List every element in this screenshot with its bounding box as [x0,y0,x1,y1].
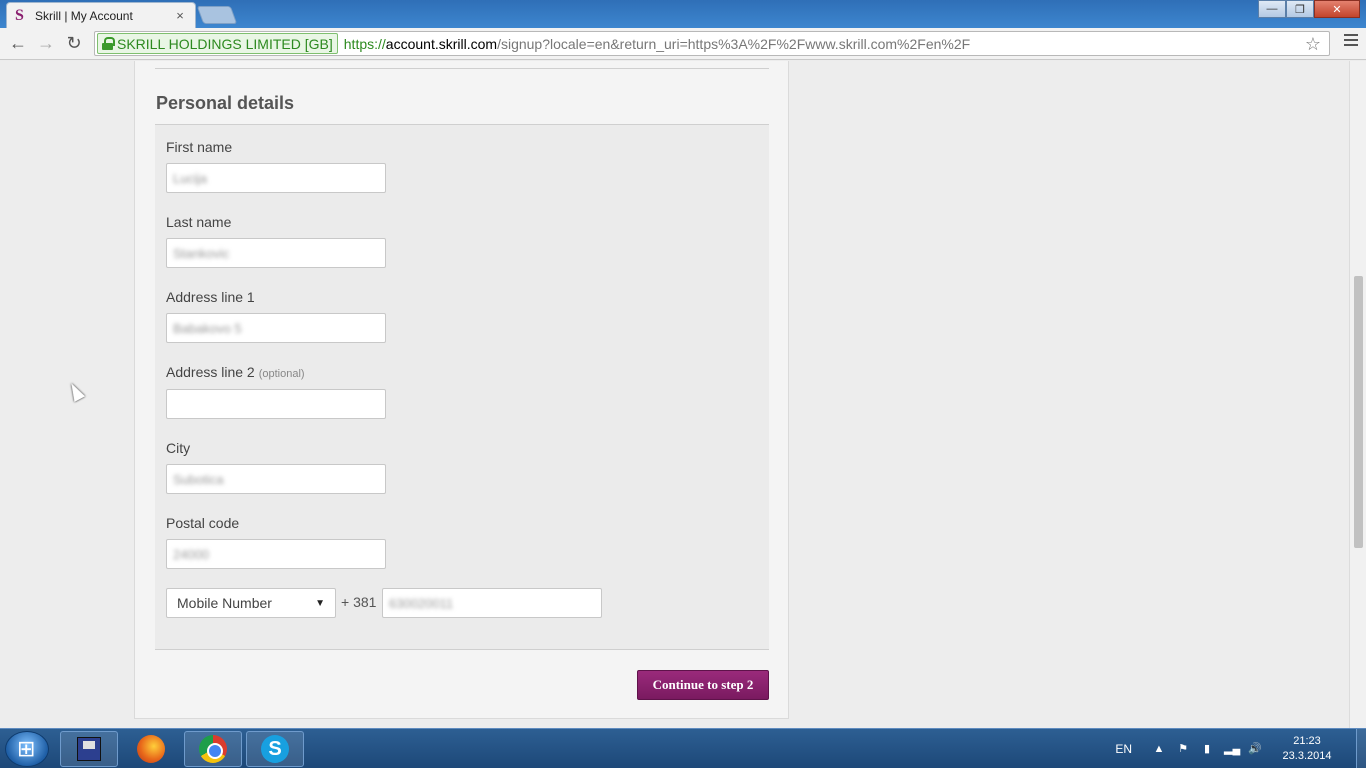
url-text[interactable]: https://account.skrill.com/signup?locale… [344,36,970,52]
address-line-1-value: Babakovo 5 [173,320,242,336]
cursor-icon [66,380,86,402]
section-title: Personal details [156,93,295,113]
star-icon[interactable]: ☆ [1305,34,1321,55]
page-viewport: Personal details First name Lucija Last … [0,61,1349,728]
optional-hint: (optional) [258,368,305,380]
back-icon[interactable]: ← [4,30,32,58]
url-path: /signup?locale=en&return_uri=https%3A%2F… [497,35,971,52]
new-tab-button[interactable] [196,6,238,24]
tab-skrill-account[interactable]: S Skrill | My Account × [6,2,196,28]
volume-icon[interactable]: 🔊 [1248,742,1262,756]
close-window-button[interactable]: ✕ [1314,0,1360,18]
select-caret-icon: ▼ [315,597,325,609]
skype-icon: S [261,735,289,763]
country-code: + 381 [341,594,377,610]
first-name-input[interactable]: Lucija [166,163,386,193]
tab-close-icon[interactable]: × [173,8,187,23]
firefox-icon [137,735,165,763]
address-line-1-label: Address line 1 [166,289,255,305]
window-controls: — ❐ ✕ [1258,0,1360,18]
chrome-icon [199,735,227,763]
divider [155,68,769,69]
signup-card: Personal details First name Lucija Last … [134,61,789,719]
menu-icon[interactable] [1344,34,1358,49]
ev-certificate-badge[interactable]: SKRILL HOLDINGS LIMITED [GB] [97,33,338,54]
continue-step-2-button[interactable]: Continue to step 2 [637,670,769,700]
postal-code-value: 24000 [173,546,210,562]
forward-icon[interactable]: → [32,30,60,58]
last-name-label: Last name [166,214,232,230]
lock-icon [102,37,115,50]
clock-date: 23.3.2014 [1282,750,1332,762]
first-name-value: Lucija [173,170,207,186]
phone-number-value: 630020011 [389,595,454,611]
skrill-favicon-icon: S [15,6,24,24]
phone-number-input[interactable]: 630020011 [382,588,602,618]
address-line-2-label: Address line 2 (optional) [166,364,305,380]
maximize-button[interactable]: ❐ [1286,0,1314,18]
last-name-input[interactable]: Stankovic [166,238,386,268]
last-name-value: Stankovic [173,245,230,261]
language-indicator[interactable]: EN [1115,742,1132,756]
address-line-1-input[interactable]: Babakovo 5 [166,313,386,343]
url-scheme: https:// [343,35,386,52]
ev-company-name: SKRILL HOLDINGS LIMITED [GB] [117,35,333,52]
city-input[interactable]: Subotica [166,464,386,494]
scrollbar-thumb[interactable] [1354,276,1363,548]
personal-details-form: First name Lucija Last name Stankovic Ad… [155,124,769,650]
minimize-button[interactable]: — [1258,0,1286,18]
city-value: Subotica [173,471,224,487]
phone-type-select[interactable]: Mobile Number ▼ [166,588,336,618]
address-line-2-label-text: Address line 2 [166,364,255,380]
clock-time: 21:23 [1293,735,1321,747]
browser-toolbar: ← → ↻ SKRILL HOLDINGS LIMITED [GB] https… [0,28,1366,60]
taskbar-item-firefox[interactable] [122,731,180,767]
windows-taskbar: S EN ▲ ⚑ ▮ ▂▄ 🔊 21:23 23.3.2014 [0,728,1366,768]
address-bar[interactable]: SKRILL HOLDINGS LIMITED [GB] https://acc… [94,31,1330,56]
window-titlebar: S Skrill | My Account × — ❐ ✕ [0,0,1366,28]
city-label: City [166,440,191,456]
taskbar-item-skype[interactable]: S [246,731,304,767]
network-signal-icon[interactable]: ▂▄ [1224,742,1240,756]
clock[interactable]: 21:23 23.3.2014 [1272,734,1342,764]
system-tray: EN ▲ ⚑ ▮ ▂▄ 🔊 21:23 23.3.2014 [1115,729,1366,768]
start-button[interactable] [5,731,49,767]
postal-code-input[interactable]: 24000 [166,539,386,569]
url-host: account.skrill.com [385,35,498,52]
first-name-label: First name [166,139,233,155]
phone-type-selected: Mobile Number [177,595,272,611]
address-line-2-input[interactable] [166,389,386,419]
postal-code-label: Postal code [166,515,240,531]
page-scrollbar[interactable] [1349,61,1366,728]
battery-icon[interactable]: ▮ [1200,742,1214,756]
show-desktop-button[interactable] [1356,729,1366,768]
reload-icon[interactable]: ↻ [60,30,88,58]
taskbar-item-chrome[interactable] [184,731,242,767]
taskbar-item-save[interactable] [60,731,118,767]
show-hidden-icons-icon[interactable]: ▲ [1152,742,1166,756]
tab-title: Skrill | My Account [35,8,133,23]
save-icon [77,737,101,761]
action-center-flag-icon[interactable]: ⚑ [1176,742,1190,756]
